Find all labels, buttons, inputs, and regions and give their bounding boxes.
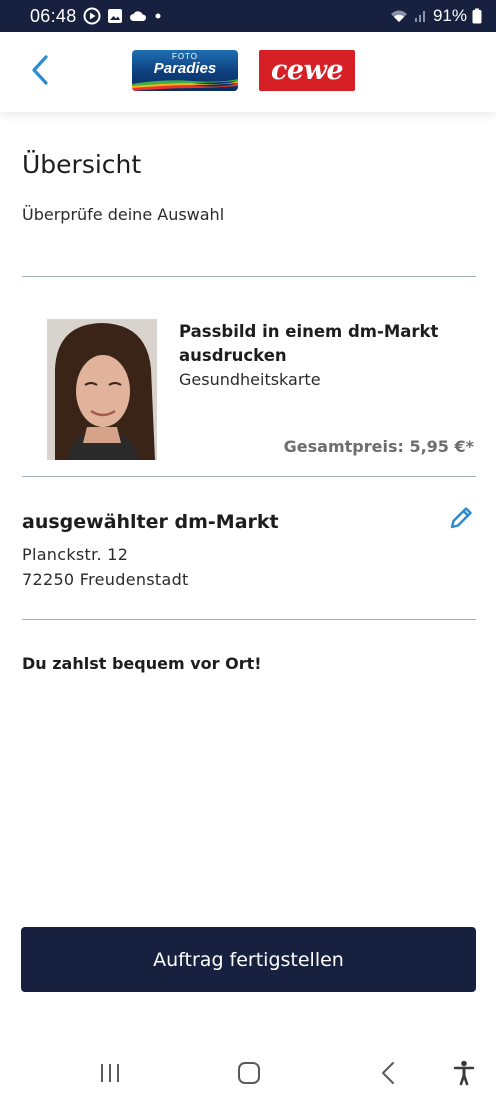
edit-store-button[interactable] (446, 505, 476, 535)
pencil-icon (448, 505, 474, 535)
accessibility-button[interactable] (444, 1059, 484, 1091)
page-subtitle: Überprüfe deine Auswahl (22, 205, 225, 224)
payment-note: Du zahlst bequem vor Ort! (22, 654, 262, 673)
home-icon (237, 1061, 261, 1089)
dot-icon (153, 11, 163, 21)
play-circle-icon (83, 7, 101, 25)
store-city: 72250 Freudenstadt (22, 570, 189, 589)
back-icon (380, 1061, 396, 1089)
divider-product (22, 476, 476, 477)
wifi-icon (389, 8, 409, 24)
status-left: 06:48 (30, 6, 163, 27)
home-button[interactable] (229, 1059, 269, 1091)
cewe-logo-text: cewe (270, 55, 344, 86)
fotoparadies-swoosh-icon (132, 79, 238, 91)
recent-apps-icon (99, 1062, 121, 1088)
system-back-button[interactable] (368, 1059, 408, 1091)
status-bar: 06:48 91% (0, 0, 496, 32)
product-variant: Gesundheitskarte (179, 370, 321, 389)
divider-store (22, 619, 476, 620)
status-right: 91% (389, 6, 482, 26)
passport-photo (47, 319, 157, 460)
cewe-logo: cewe (259, 50, 355, 91)
accessibility-icon (453, 1060, 475, 1090)
store-heading: ausgewählter dm-Markt (22, 511, 279, 533)
divider-top (22, 276, 476, 277)
recent-apps-button[interactable] (90, 1059, 130, 1091)
back-button[interactable] (22, 52, 58, 92)
status-time: 06:48 (30, 5, 77, 26)
product-name: Passbild in einem dm-Markt ausdrucken (179, 322, 439, 365)
cloud-icon (129, 9, 147, 23)
fotoparadies-logo: FOTO Paradies (132, 50, 238, 91)
page-title: Übersicht (22, 150, 142, 179)
total-price: Gesamtpreis: 5,95 €* (283, 437, 474, 456)
battery-icon (472, 8, 482, 24)
image-icon (107, 8, 123, 24)
store-street: Planckstr. 12 (22, 545, 129, 564)
signal-icon (414, 9, 428, 23)
complete-order-button[interactable]: Auftrag fertigstellen (21, 927, 476, 992)
battery-percent: 91% (432, 6, 467, 25)
system-nav-bar (0, 1045, 496, 1105)
chevron-left-icon (30, 54, 50, 90)
app-header: FOTO Paradies cewe (0, 32, 496, 112)
fotoparadies-logo-main-text: Paradies (153, 60, 217, 77)
